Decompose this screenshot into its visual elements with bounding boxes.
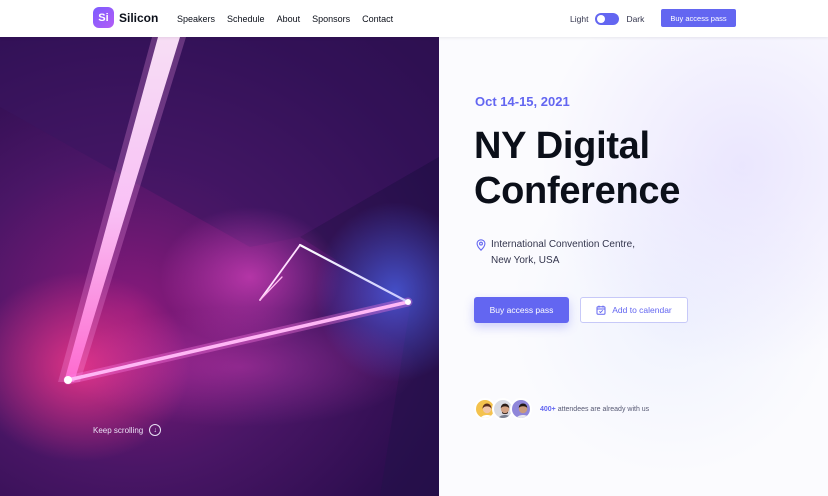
location-line-1: International Convention Centre, [491,239,635,250]
theme-switcher: Light Dark [570,0,644,37]
nav-speakers[interactable]: Speakers [177,14,215,24]
add-to-calendar-button[interactable]: Add to calendar [580,297,688,323]
title-line-2: Conference [474,170,681,212]
nav-about[interactable]: About [277,14,301,24]
nav-contact[interactable]: Contact [362,14,393,24]
attendees-count: 400+ [540,405,556,413]
add-to-calendar-label: Add to calendar [612,305,672,315]
attendees-text: 400+ attendees are already with us [540,406,649,413]
event-location: International Convention Centre, New Yor… [476,237,635,269]
attendees-summary: 400+ attendees are already with us [474,398,649,420]
location-text: International Convention Centre, New Yor… [491,237,635,269]
hero-image: Keep scrolling ↓ [0,37,439,496]
keep-scrolling-label: Keep scrolling [93,425,144,435]
neon-light-artwork [0,37,439,496]
site-header: Si Silicon Speakers Schedule About Spons… [0,0,828,37]
buy-pass-button[interactable]: Buy access pass [474,297,569,323]
map-pin-icon [476,239,486,251]
attendees-label: attendees are already with us [557,405,650,413]
event-date: Oct 14-15, 2021 [475,94,570,109]
theme-light-label: Light [570,13,589,24]
brand-name: Silicon [119,10,159,25]
nav-schedule[interactable]: Schedule [227,14,265,24]
main-nav: Speakers Schedule About Sponsors Contact [177,0,393,37]
page-title: NY Digital Conference [474,124,680,214]
brand-logo[interactable]: Si Silicon [93,7,158,28]
header-buy-pass-button[interactable]: Buy access pass [661,9,736,27]
location-line-2: New York, USA [491,255,560,266]
avatar [510,398,532,420]
toggle-knob [597,14,606,23]
title-line-1: NY Digital [474,125,650,167]
keep-scrolling[interactable]: Keep scrolling ↓ [93,424,162,436]
arrow-down-circle-icon: ↓ [149,424,162,436]
theme-dark-label: Dark [626,13,645,24]
logo-icon: Si [93,7,114,28]
nav-sponsors[interactable]: Sponsors [312,14,350,24]
theme-toggle[interactable] [595,12,620,25]
calendar-icon [596,305,606,315]
